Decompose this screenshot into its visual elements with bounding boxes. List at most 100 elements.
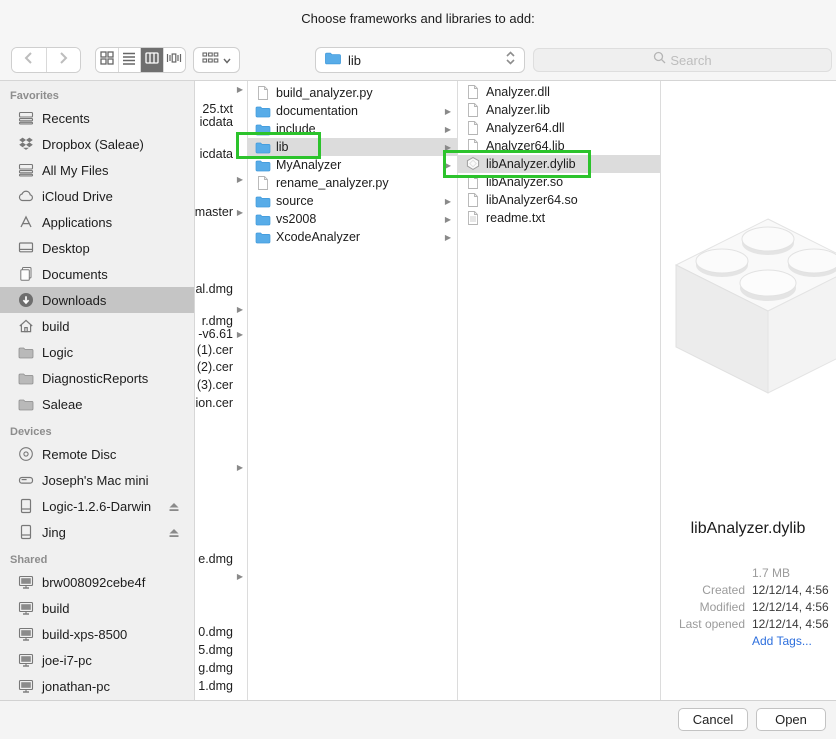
column1-item[interactable]: (1).cer <box>197 343 233 357</box>
column2-item-vs2008[interactable]: vs2008▶ <box>248 210 457 228</box>
sidebar-item-build-xps-8500[interactable]: build-xps-8500 <box>0 621 194 647</box>
dialog-header: Choose frameworks and libraries to add: <box>0 0 836 81</box>
sidebar-item-joe-i7-pc[interactable]: joe-i7-pc <box>0 647 194 673</box>
sidebar-item-brw008092cebe4f[interactable]: brw008092cebe4f <box>0 569 194 595</box>
column3-item-analyzer-lib[interactable]: Analyzer.lib <box>458 101 660 119</box>
coverflow-view-button[interactable] <box>163 48 186 72</box>
sidebar-section-header: Favorites <box>0 81 194 105</box>
column1-item[interactable]: 25.txt <box>202 102 233 116</box>
open-button[interactable]: Open <box>756 708 826 731</box>
sidebar-item-all-my-files[interactable]: All My Files <box>0 157 194 183</box>
cancel-button[interactable]: Cancel <box>678 708 748 731</box>
column1-item[interactable]: al.dmg <box>195 282 233 296</box>
sidebar-item-desktop[interactable]: Desktop <box>0 235 194 261</box>
eject-icon[interactable] <box>168 499 180 517</box>
home-icon <box>18 318 34 334</box>
sidebar: FavoritesRecents Dropbox (Saleae) All My F… <box>0 81 195 700</box>
column2-item-build-analyzer-py[interactable]: build_analyzer.py <box>248 84 457 102</box>
path-popup-button[interactable]: lib <box>315 47 525 73</box>
folder-blue-icon <box>255 193 271 209</box>
disclosure-arrow-icon: ▶ <box>445 233 451 242</box>
column1-item[interactable]: icdata <box>200 147 233 161</box>
sidebar-section-header: Shared <box>0 545 194 569</box>
sidebar-item-remote-disc[interactable]: Remote Disc <box>0 441 194 467</box>
sidebar-item-jonathan-pc[interactable]: jonathan-pc <box>0 673 194 699</box>
sidebar-item-documents[interactable]: Documents <box>0 261 194 287</box>
sidebar-item-recents[interactable]: Recents <box>0 105 194 131</box>
column3-item-readme-txt[interactable]: readme.txt <box>458 209 660 227</box>
downloads-icon <box>18 292 34 308</box>
file-name: XcodeAnalyzer <box>276 230 360 244</box>
sidebar-item-label: build <box>42 319 69 334</box>
column2-item-documentation[interactable]: documentation▶ <box>248 102 457 120</box>
sidebar-item-label: build <box>42 601 69 616</box>
disk-icon <box>18 498 34 514</box>
eject-icon[interactable] <box>168 525 180 543</box>
sidebar-item-logic-1-2-6-darwin[interactable]: Logic-1.2.6-Darwin <box>0 493 194 519</box>
column1-item[interactable]: e.dmg <box>198 552 233 566</box>
file-icon <box>255 85 271 101</box>
column3-item-analyzer64-dll[interactable]: Analyzer64.dll <box>458 119 660 137</box>
column2-item-source[interactable]: source▶ <box>248 192 457 210</box>
chevron-right-icon <box>59 51 68 70</box>
sidebar-item-logic[interactable]: Logic <box>0 339 194 365</box>
file-icon <box>465 192 481 208</box>
preview-meta-value: 12/12/14, 4:56 <box>752 583 829 597</box>
app-icon <box>18 214 34 230</box>
preview-meta-value: 12/12/14, 4:56 <box>752 600 829 614</box>
search-input[interactable]: Search <box>533 48 832 72</box>
column1-item[interactable]: g.dmg <box>198 661 233 675</box>
column1-item[interactable]: -v6.61 <box>198 327 233 341</box>
sidebar-item-label: DiagnosticReports <box>42 371 148 386</box>
icon-view-icon <box>100 51 114 70</box>
display-icon <box>18 574 34 590</box>
view-mode-segmented-control <box>95 47 186 73</box>
sidebar-section-header: Devices <box>0 417 194 441</box>
back-button[interactable] <box>12 48 46 72</box>
sidebar-item-diagnosticreports[interactable]: DiagnosticReports <box>0 365 194 391</box>
list-view-button[interactable] <box>118 48 141 72</box>
disc-icon <box>18 446 34 462</box>
disclosure-arrow-icon: ▶ <box>237 208 243 217</box>
arrange-menu-button[interactable] <box>193 47 240 73</box>
column2-item-xcodeanalyzer[interactable]: XcodeAnalyzer ▶ <box>248 228 457 246</box>
file-name: Analyzer.lib <box>486 103 550 117</box>
column-view-icon <box>145 51 159 70</box>
file-name: documentation <box>276 104 358 118</box>
sidebar-item-icloud-drive[interactable]: iCloud Drive <box>0 183 194 209</box>
sidebar-item-jing[interactable]: Jing <box>0 519 194 545</box>
sidebar-item-label: Logic <box>42 345 73 360</box>
column1-item[interactable]: master <box>195 205 233 219</box>
desktop-icon <box>18 240 34 256</box>
column1-item[interactable]: 0.dmg <box>198 625 233 639</box>
sidebar-item-label: build-xps-8500 <box>42 627 127 642</box>
sidebar-item-build[interactable]: build <box>0 313 194 339</box>
sidebar-item-dropbox-saleae-[interactable]: Dropbox (Saleae) <box>0 131 194 157</box>
sidebar-item-applications[interactable]: Applications <box>0 209 194 235</box>
file-icon <box>465 102 481 118</box>
column1-item[interactable]: ion.cer <box>195 396 233 410</box>
column1-item[interactable]: 5.dmg <box>198 643 233 657</box>
preview-meta-label: Last opened <box>660 617 745 631</box>
column3-item-analyzer-dll[interactable]: Analyzer.dll <box>458 83 660 101</box>
sidebar-item-build[interactable]: build <box>0 595 194 621</box>
column1-item[interactable]: 1.dmg <box>198 679 233 693</box>
add-tags-link[interactable]: Add Tags... <box>752 634 812 648</box>
column1-item[interactable]: icdata <box>200 115 233 129</box>
sidebar-item-saleae[interactable]: Saleae <box>0 391 194 417</box>
column-view-button[interactable] <box>140 48 163 72</box>
sidebar-item-downloads[interactable]: Downloads <box>0 287 194 313</box>
column3-item-libanalyzer64-so[interactable]: libAnalyzer64.so <box>458 191 660 209</box>
icon-view-button[interactable] <box>96 48 118 72</box>
forward-button[interactable] <box>46 48 81 72</box>
column2-item-rename-analyzer-py[interactable]: rename_analyzer.py <box>248 174 457 192</box>
folder-blue-icon <box>255 157 271 173</box>
column1-item[interactable]: (2).cer <box>197 360 233 374</box>
folder-icon <box>324 51 342 70</box>
column1-item[interactable]: (3).cer <box>197 378 233 392</box>
sidebar-item-label: brw008092cebe4f <box>42 575 145 590</box>
column1-item[interactable]: r.dmg <box>202 314 233 328</box>
file-name: source <box>276 194 314 208</box>
sidebar-item-label: Dropbox (Saleae) <box>42 137 144 152</box>
sidebar-item-joseph-s-mac-mini[interactable]: Joseph's Mac mini <box>0 467 194 493</box>
